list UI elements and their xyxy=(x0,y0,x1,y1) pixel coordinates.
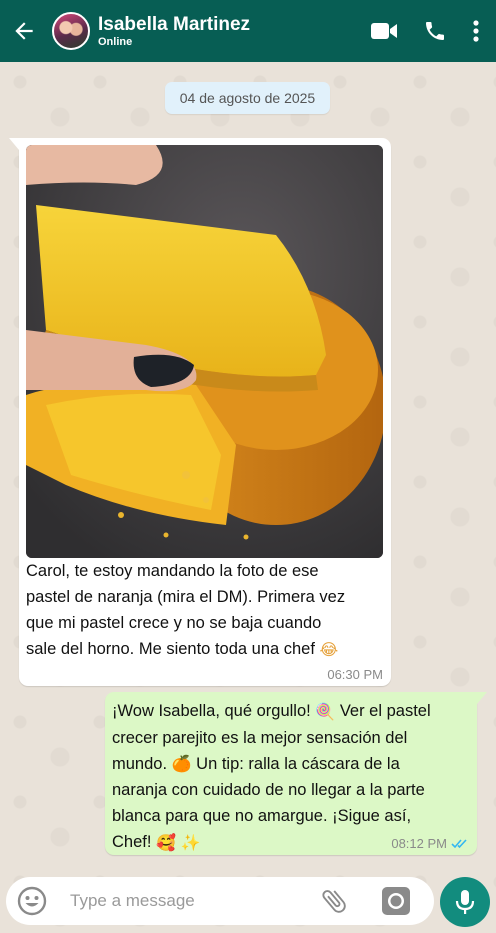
incoming-message-bubble[interactable]: Carol, te estoy mandando la foto de ese … xyxy=(9,138,391,686)
lollipop-emoji-icon: 🍭 xyxy=(315,701,336,721)
video-call-icon xyxy=(371,23,397,39)
more-vert-icon xyxy=(473,20,479,42)
voice-record-button[interactable] xyxy=(440,877,490,927)
message-text: ¡Wow Isabella, qué orgullo! 🍭 Ver el pas… xyxy=(112,698,462,856)
message-line: naranja con cuidado de no llegar a la pa… xyxy=(112,781,425,800)
video-call-button[interactable] xyxy=(362,9,406,53)
message-line: sale del horno. Me siento toda una chef xyxy=(26,640,315,658)
contact-status: Online xyxy=(98,35,133,48)
more-options-button[interactable] xyxy=(458,9,494,53)
message-photo[interactable] xyxy=(26,145,383,558)
back-button[interactable] xyxy=(2,0,46,62)
camera-icon xyxy=(382,887,410,915)
message-composer xyxy=(6,877,434,925)
contact-name: Isabella Martinez xyxy=(98,13,251,35)
contact-info[interactable]: Isabella Martinez Online xyxy=(98,14,250,49)
message-line: crecer parejito es la mejor sensación de… xyxy=(112,728,408,747)
chat-header: Isabella Martinez Online xyxy=(0,0,496,62)
message-time: 06:30 PM xyxy=(327,667,383,682)
voice-call-button[interactable] xyxy=(412,9,458,53)
emoji-button[interactable] xyxy=(12,881,52,921)
message-line: Ver el pastel xyxy=(339,702,431,720)
message-input[interactable] xyxy=(70,891,290,911)
date-separator: 04 de agosto de 2025 xyxy=(165,82,330,114)
smiling-hearts-emoji-icon: 🥰 xyxy=(156,832,176,852)
message-line: Carol, te estoy mandando la foto de ese xyxy=(26,562,319,580)
camera-button[interactable] xyxy=(376,881,416,921)
sparkles-emoji-icon: ✨ xyxy=(180,832,201,852)
message-line: ¡Wow Isabella, qué orgullo! xyxy=(112,702,311,720)
mic-icon xyxy=(455,890,475,914)
orange-cake-photo xyxy=(26,145,383,558)
attach-icon xyxy=(322,890,346,913)
orange-emoji-icon: 🍊 xyxy=(171,754,192,774)
message-line: blanca para que no amargue. ¡Sigue así, xyxy=(112,807,412,826)
emoji-icon xyxy=(17,886,47,916)
outgoing-message-bubble[interactable]: ¡Wow Isabella, qué orgullo! 🍭 Ver el pas… xyxy=(105,692,487,856)
message-line: pastel de naranja (mira el DM). Primera … xyxy=(26,588,346,606)
laughing-emoji-icon: 😂 xyxy=(319,639,339,659)
back-arrow-icon xyxy=(15,22,33,40)
message-line: que mi pastel crece y no se baja cuando xyxy=(26,614,322,632)
attach-button[interactable] xyxy=(314,881,354,921)
message-line: Chef! xyxy=(112,833,152,852)
contact-avatar[interactable] xyxy=(52,12,90,50)
double-check-read-icon xyxy=(451,839,467,849)
message-line: mundo. xyxy=(112,754,168,773)
message-text: Carol, te estoy mandando la foto de ese … xyxy=(26,558,386,663)
phone-icon xyxy=(426,22,444,40)
message-time: 08:12 PM xyxy=(391,836,447,851)
message-line: Un tip: ralla la cáscara de la xyxy=(196,754,400,773)
